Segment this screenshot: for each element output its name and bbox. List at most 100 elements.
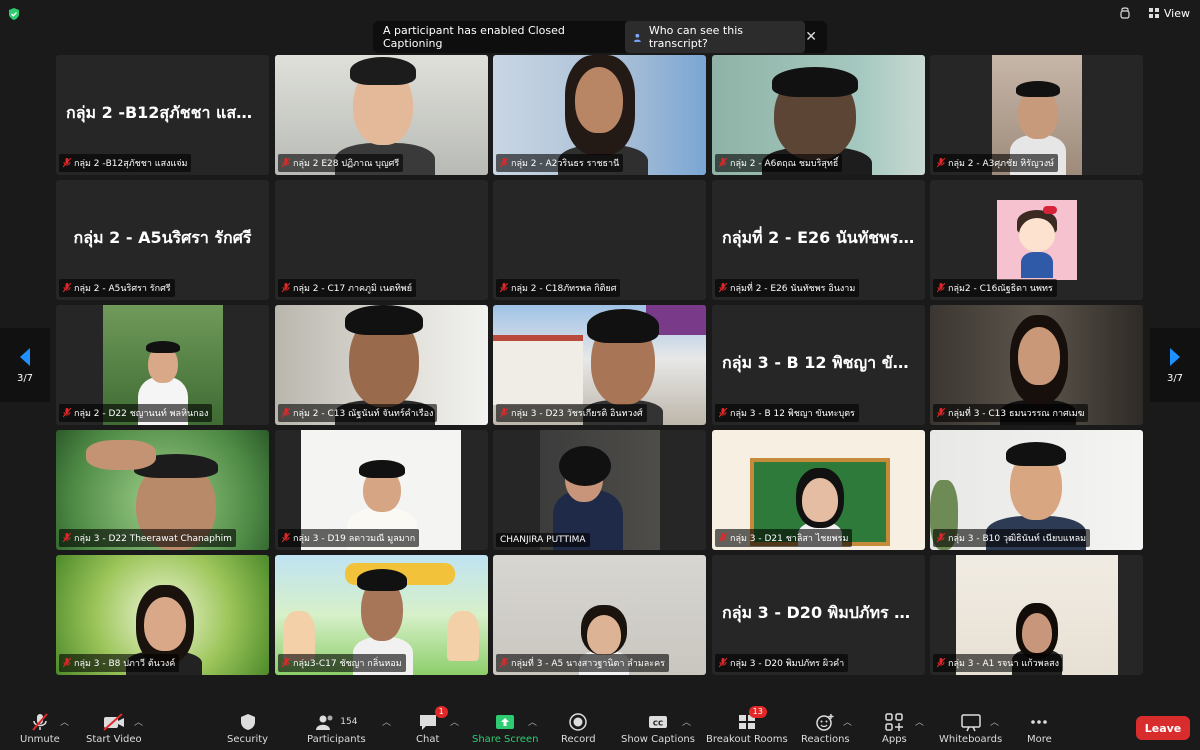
participant-tile[interactable]: กลุ่ม 2 E28 ปฏิภาณ บุญศรี (275, 55, 488, 175)
participant-label: กลุ่ม 3 - B 12 พิชญา ขันทะบุตร (715, 404, 859, 422)
person-figure (587, 615, 621, 655)
participant-tile[interactable]: กลุ่ม 3 - D23 วัชรเกียรติ อินทวงศ์ (493, 305, 706, 425)
next-page-button[interactable]: 3/7 (1150, 328, 1200, 402)
muted-mic-icon (63, 533, 71, 543)
close-icon[interactable]: ✕ (805, 29, 817, 45)
participant-name-large: กลุ่ม 3 - D20 พิมปภัทร ผิ... (722, 603, 922, 622)
participant-label: กลุ่ม 3 - A1 รจนา แก้วพลสง (933, 654, 1064, 672)
participant-name: กลุ่มที่ 3 - A5 นางสาวฐานิตา ลำมละคร (511, 659, 665, 669)
participant-tile[interactable]: กลุ่ม 2 - A5นริศรา รักศรี กลุ่ม 2 - A5นร… (56, 180, 269, 300)
participant-label: กลุ่ม 2 - C17 ภาคภูมิ เนตทิพย์ (278, 279, 416, 297)
person-figure (1016, 81, 1060, 97)
top-right-controls: View (1118, 6, 1190, 20)
participant-name: กลุ่ม 3 - D19 ลดาวมณี มูลมาก (293, 534, 416, 544)
chevron-up-icon[interactable]: ︿ (528, 715, 537, 728)
participant-tile[interactable]: กลุ่ม2 - C16ณัฐธิดา นพทร (930, 180, 1143, 300)
chevron-up-icon[interactable]: ︿ (134, 715, 143, 728)
chevron-up-icon[interactable]: ︿ (843, 715, 852, 728)
participant-tile[interactable]: CHANJIRA PUTTIMA (493, 430, 706, 550)
more-dots-icon (1031, 720, 1048, 724)
participant-name: กลุ่ม 2 - A2วรินธร ราชธานี (511, 159, 620, 169)
participant-tile[interactable]: กลุ่ม 2 -B12สุภัชชา แสงแ... กลุ่ม 2 -B12… (56, 55, 269, 175)
participant-tile[interactable]: กลุ่ม 2 - D22 ชญานนท์ พลหินกอง (56, 305, 269, 425)
participant-tile[interactable]: กลุ่ม 2 - C17 ภาคภูมิ เนตทิพย์ (275, 180, 488, 300)
participant-tile[interactable]: กลุ่ม 2 - A3ศุภชัย หิรัญวงษ์ (930, 55, 1143, 175)
participant-tile[interactable]: กลุ่ม 2 - A6ตฤณ ชมบริสุทธิ์ (712, 55, 925, 175)
security-button[interactable]: Security (227, 712, 268, 745)
banner-message: A participant has enabled Closed Caption… (383, 24, 565, 50)
encryption-shield-icon[interactable] (7, 7, 21, 21)
participant-name: กลุ่ม 3 - D20 พิมปภัทร ผิวคำ (730, 659, 845, 669)
chevron-up-icon[interactable]: ︿ (450, 715, 459, 728)
participants-button[interactable]: 154 Participants (307, 712, 366, 745)
participant-tile[interactable]: กลุ่ม 3 - D19 ลดาวมณี มูลมาก (275, 430, 488, 550)
participant-tile[interactable]: กลุ่มที่ 3 - C13 ธมนวรรณ กาศเมฆ (930, 305, 1143, 425)
security-label: Security (227, 734, 269, 745)
chevron-up-icon[interactable]: ︿ (990, 715, 999, 728)
participant-tile[interactable]: กลุ่ม 3 - B10 วุฒิธินันท์ เนียบแหลม (930, 430, 1143, 550)
more-label: More (1027, 734, 1052, 745)
breakout-rooms-button[interactable]: 13 Breakout Rooms (706, 706, 788, 745)
page-indicator-right: 3/7 (1166, 372, 1184, 384)
participant-label: CHANJIRA PUTTIMA (496, 533, 590, 547)
participant-label: กลุ่ม 2 - C13 ณัฐนันท์ จันทร์คำเรือง (278, 404, 438, 422)
record-icon (569, 713, 588, 731)
transcript-link-text: Who can see this transcript? (648, 24, 743, 50)
chevron-up-icon[interactable]: ︿ (382, 715, 391, 728)
participant-tile[interactable]: กลุ่ม 3 - D21 ชาลิสา ไชยพรม (712, 430, 925, 550)
participant-name: กลุ่ม3-C17 ชัชญา กลิ่นหอม (293, 659, 402, 669)
chat-button[interactable]: 1 Chat (416, 706, 448, 745)
participant-label: กลุ่ม 3 - D19 ลดาวมณี มูลมาก (278, 529, 420, 547)
muted-mic-icon (32, 713, 48, 731)
show-captions-label: Show Captions (621, 734, 695, 745)
share-screen-icon (496, 715, 515, 729)
participant-name-large: กลุ่ม 3 - B 12 พิชญา ขันท... (722, 353, 925, 372)
unmute-button[interactable]: Unmute (20, 712, 60, 745)
muted-mic-icon (500, 408, 508, 418)
gallery-grid: กลุ่ม 2 -B12สุภัชชา แสงแ... กลุ่ม 2 -B12… (56, 55, 1144, 676)
participant-tile[interactable]: กลุ่ม 3 - B 12 พิชญา ขันท... กลุ่ม 3 - B… (712, 305, 925, 425)
muted-mic-icon (500, 658, 508, 668)
view-button[interactable]: View (1148, 7, 1190, 20)
participant-label: กลุ่ม 2 E28 ปฏิภาณ บุญศรี (278, 154, 404, 172)
participant-tile[interactable]: กลุ่ม 2 - A2วรินธร ราชธานี (493, 55, 706, 175)
record-button[interactable]: Record (561, 712, 596, 745)
people-icon (634, 33, 642, 42)
person-figure (144, 597, 186, 651)
chevron-up-icon[interactable]: ︿ (915, 715, 924, 728)
apps-label: Apps (882, 734, 907, 745)
more-button[interactable]: More (1027, 712, 1052, 745)
participant-tile[interactable]: กลุ่ม 3 - D20 พิมปภัทร ผิ... กลุ่ม 3 - D… (712, 555, 925, 675)
participant-name: กลุ่ม 3 - B8 ปภาวี ต้นวงค์ (74, 659, 176, 669)
zoom-meeting-window: A participant has enabled Closed Caption… (0, 0, 1200, 750)
muted-mic-icon (719, 158, 727, 168)
transcript-visibility-button[interactable]: Who can see this transcript? (625, 21, 806, 53)
participant-name: กลุ่ม 3 - D23 วัชรเกียรติ อินทวงศ์ (511, 409, 643, 419)
participant-tile[interactable]: กลุ่มที่ 2 - E26 นันทัชพร... กลุ่มที่ 2 … (712, 180, 925, 300)
apps-button[interactable]: Apps (882, 712, 907, 745)
participant-name: กลุ่ม 2 - A5นริศรา รักศรี (74, 284, 171, 294)
participant-tile[interactable]: กลุ่ม 2 - C13 ณัฐนันท์ จันทร์คำเรือง (275, 305, 488, 425)
participant-tile[interactable]: กลุ่ม3-C17 ชัชญา กลิ่นหอม (275, 555, 488, 675)
chevron-up-icon[interactable]: ︿ (60, 715, 69, 728)
participant-name: กลุ่ม 3 - D21 ชาลิสา ไชยพรม (730, 534, 849, 544)
participant-tile[interactable]: กลุ่มที่ 3 - A5 นางสาวฐานิตา ลำมละคร (493, 555, 706, 675)
chevron-up-icon[interactable]: ︿ (682, 715, 691, 728)
participant-tile[interactable]: กลุ่ม 3 - A1 รจนา แก้วพลสง (930, 555, 1143, 675)
cartoon-avatar-image (997, 200, 1077, 280)
record-label: Record (561, 734, 596, 745)
breakout-rooms-label: Breakout Rooms (706, 734, 788, 745)
raised-hand (86, 440, 156, 470)
speaker-view-icon[interactable] (1118, 6, 1132, 20)
participant-label: กลุ่ม3-C17 ชัชญา กลิ่นหอม (278, 654, 406, 672)
participants-icon (316, 715, 333, 730)
leave-button[interactable]: Leave (1136, 716, 1190, 740)
participant-tile[interactable]: กลุ่ม 3 - B8 ปภาวี ต้นวงค์ (56, 555, 269, 675)
participant-tile[interactable]: กลุ่ม 3 - D22 Theerawat Chanaphim (56, 430, 269, 550)
participant-label: กลุ่ม 3 - B8 ปภาวี ต้นวงค์ (59, 654, 180, 672)
shield-icon (240, 714, 255, 730)
participant-tile[interactable]: กลุ่ม 2 - C18ภัทรพล กิติยศ (493, 180, 706, 300)
previous-page-button[interactable]: 3/7 (0, 328, 50, 402)
leave-label: Leave (1144, 721, 1182, 735)
person-figure (350, 57, 416, 85)
